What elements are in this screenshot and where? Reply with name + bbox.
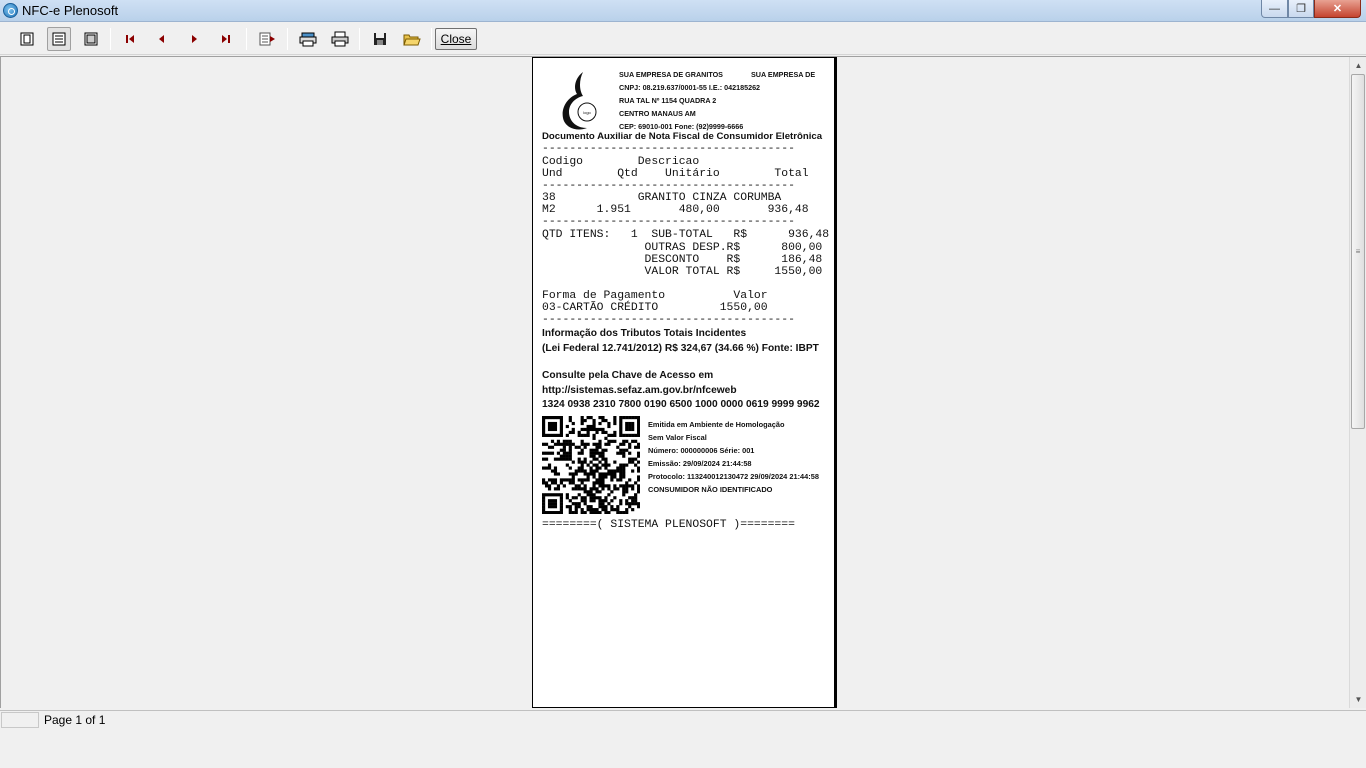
numero-serie: Número: 000000006 Série: 001 — [648, 446, 755, 455]
close-button[interactable]: Close — [435, 28, 477, 50]
printer-setup-button[interactable] — [296, 27, 320, 51]
minimize-button[interactable]: — — [1261, 0, 1288, 18]
window-title: NFC-e Plenosoft — [22, 3, 119, 18]
page-indicator: Page 1 of 1 — [44, 713, 106, 727]
open-icon — [403, 34, 421, 46]
svg-text:logo: logo — [583, 110, 591, 115]
company-name: SUA EMPRESA DE GRANITOS — [619, 70, 723, 79]
homologacao-line: Emitida em Ambiente de Homologação — [648, 420, 785, 429]
last-page-button[interactable] — [214, 27, 238, 51]
full-page-button[interactable] — [79, 27, 103, 51]
document-title: Documento Auxiliar de Nota Fiscal de Con… — [542, 131, 823, 142]
goto-page-icon — [259, 32, 275, 46]
separator-line: ------------------------------------- — [542, 216, 795, 228]
receipt-page: logo SUA EMPRESA DE GRANITOS SUA EMPRESA… — [532, 57, 837, 708]
company-cnpj: CNPJ: 08.219.637/0001-55 I.E.: 042185262 — [619, 83, 761, 92]
protocolo: Protocolo: 113240012130472 29/09/2024 21… — [648, 472, 819, 481]
close-window-button[interactable]: ✕ — [1314, 0, 1361, 18]
close-icon: ✕ — [1332, 3, 1343, 15]
separator-line: ------------------------------------- — [542, 143, 795, 155]
totals-valor-total: VALOR TOTAL R$ 1550,00 — [542, 266, 823, 278]
sem-valor-line: Sem Valor Fiscal — [648, 433, 707, 442]
company-name-2: SUA EMPRESA DE — [751, 70, 816, 79]
previous-page-icon — [159, 35, 164, 43]
toolbar: Close — [0, 23, 1366, 55]
payment-line: 03-CARTÃO CRÉDITO 1550,00 — [542, 302, 768, 314]
totals-subtotal: QTD ITENS: 1 SUB-TOTAL R$ 936,48 — [542, 229, 830, 241]
first-page-button[interactable] — [118, 27, 142, 51]
chave-acesso: 1324 0938 2310 7800 0190 6500 1000 0000 … — [542, 399, 820, 410]
scroll-thumb[interactable]: ≡ — [1351, 74, 1365, 429]
column-header-1: Codigo Descricao — [542, 156, 700, 168]
title-bar: NFC-e Plenosoft — ❐ ✕ — [0, 0, 1366, 22]
company-logo: logo — [562, 72, 597, 130]
scroll-up-icon[interactable]: ▲ — [1350, 57, 1366, 74]
status-cell — [1, 712, 39, 728]
open-button[interactable] — [400, 27, 424, 51]
company-street: RUA TAL Nº 1154 QUADRA 2 — [619, 96, 717, 105]
tributos-title: Informação dos Tributos Totais Incidente… — [542, 328, 747, 339]
next-page-button[interactable] — [182, 27, 206, 51]
totals-outras: OUTRAS DESP.R$ 800,00 — [542, 242, 823, 254]
totals-desconto: DESCONTO R$ 186,48 — [542, 254, 823, 266]
minimize-icon: — — [1269, 2, 1280, 15]
separator-line: ------------------------------------- — [542, 314, 795, 326]
consumidor: CONSUMIDOR NÃO IDENTIFICADO — [648, 485, 773, 494]
separator-line: ------------------------------------- — [542, 180, 795, 192]
full-page-icon — [84, 32, 98, 46]
consulta-url: http://sistemas.sefaz.am.gov.br/nfceweb — [542, 385, 737, 396]
maximize-button[interactable]: ❐ — [1288, 0, 1314, 18]
first-page-icon — [126, 35, 134, 43]
restore-icon: ❐ — [1296, 3, 1306, 15]
save-button[interactable] — [368, 27, 392, 51]
one-page-icon — [20, 32, 34, 46]
page-width-icon — [52, 32, 66, 46]
consulta-title: Consulte pela Chave de Acesso em — [542, 370, 714, 381]
scroll-down-icon[interactable]: ▼ — [1350, 691, 1366, 708]
page-width-button[interactable] — [47, 27, 71, 51]
item-line-1: 38 GRANITO CINZA CORUMBA — [542, 192, 782, 204]
one-page-button[interactable] — [15, 27, 39, 51]
column-header-2: Und Qtd Unitário Total — [542, 168, 809, 180]
emissao-date: Emissão: 29/09/2024 21:44:58 — [648, 459, 752, 468]
receipt-footer: ========( SISTEMA PLENOSOFT )======== — [542, 519, 795, 531]
last-page-icon — [222, 35, 230, 43]
app-icon — [3, 3, 18, 18]
previous-page-button[interactable] — [150, 27, 174, 51]
printer-setup-icon — [299, 32, 317, 47]
company-district: CENTRO MANAUS AM — [619, 109, 696, 118]
save-icon — [374, 33, 386, 45]
vertical-scrollbar[interactable]: ▲ ≡ ▼ — [1349, 57, 1366, 708]
company-cep: CEP: 69010-001 Fone: (92)9999-6666 — [619, 122, 744, 131]
print-button[interactable] — [328, 27, 352, 51]
print-icon — [331, 31, 349, 47]
status-bar: Page 1 of 1 — [0, 710, 1366, 728]
next-page-icon — [192, 35, 197, 43]
goto-page-button[interactable] — [255, 27, 279, 51]
tributos-line: (Lei Federal 12.741/2012) R$ 324,67 (34.… — [542, 343, 819, 354]
payment-header: Forma de Pagamento Valor — [542, 290, 768, 302]
qr-code — [542, 416, 640, 514]
item-line-2: M2 1.951 480,00 936,48 — [542, 204, 809, 216]
